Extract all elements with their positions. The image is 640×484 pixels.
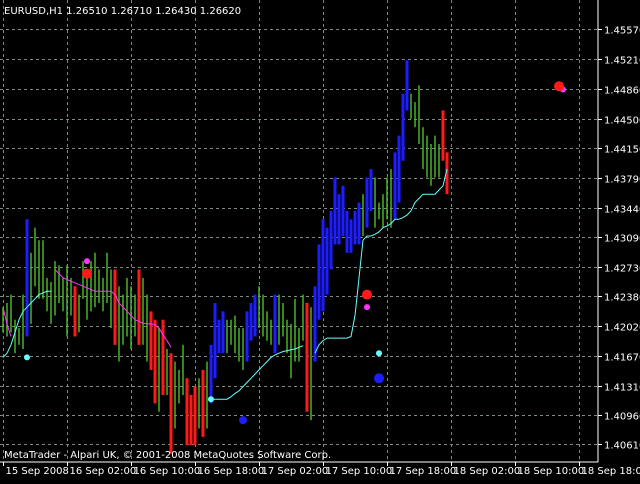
signal-dot xyxy=(239,416,247,424)
price-chart[interactable]: 1.45570 1.45210 1.44860 1.44500 1.44150 1.437… xyxy=(0,0,640,480)
y-tick-label: 1.44860 xyxy=(604,86,640,97)
y-tick-label: 1.43090 xyxy=(604,234,640,245)
y-tick-label: 1.44500 xyxy=(604,116,640,127)
y-tick-label: 1.42380 xyxy=(604,293,640,304)
y-tick-label: 1.42730 xyxy=(604,264,640,275)
signal-dot xyxy=(84,258,90,264)
signal-dot xyxy=(82,269,92,279)
x-tick-label: 18 Sep 18:00 xyxy=(582,466,640,477)
x-tick-label: 16 Sep 02:00 xyxy=(70,466,137,477)
y-tick-label: 1.40960 xyxy=(604,412,640,423)
signal-dot xyxy=(364,304,370,310)
signal-dot xyxy=(554,81,564,91)
symbol-header: EURUSD,H1 1.26510 1.26710 1.26430 1.2662… xyxy=(4,6,241,17)
signal-dot xyxy=(374,373,384,383)
x-tick-label: 16 Sep 10:00 xyxy=(134,466,201,477)
copyright-footer: MetaTrader - Alpari UK, © 2001-2008 Meta… xyxy=(4,450,331,461)
y-tick-label: 1.40610 xyxy=(604,441,640,452)
x-tick-label: 15 Sep 2008 xyxy=(6,466,69,477)
x-tick-label: 18 Sep 02:00 xyxy=(454,466,521,477)
y-tick-label: 1.44150 xyxy=(604,145,640,156)
y-tick-label: 1.42020 xyxy=(604,323,640,334)
x-tick-label: 17 Sep 02:00 xyxy=(262,466,329,477)
y-tick-label: 1.45210 xyxy=(604,56,640,67)
signal-dot xyxy=(208,396,214,402)
y-tick-label: 1.41670 xyxy=(604,353,640,364)
x-tick-label: 16 Sep 18:00 xyxy=(198,466,265,477)
y-tick-label: 1.45570 xyxy=(604,26,640,37)
chart-background xyxy=(0,0,640,480)
signal-dot xyxy=(362,290,372,300)
x-tick-label: 18 Sep 10:00 xyxy=(518,466,585,477)
signal-dot xyxy=(24,354,30,360)
y-tick-label: 1.43790 xyxy=(604,175,640,186)
y-tick-label: 1.41310 xyxy=(604,383,640,394)
signal-dot xyxy=(376,350,382,356)
x-tick-label: 17 Sep 18:00 xyxy=(390,466,457,477)
price-chart-window[interactable]: 1.45570 1.45210 1.44860 1.44500 1.44150 1.437… xyxy=(0,0,640,480)
y-tick-label: 1.43440 xyxy=(604,205,640,216)
x-tick-label: 17 Sep 10:00 xyxy=(326,466,393,477)
